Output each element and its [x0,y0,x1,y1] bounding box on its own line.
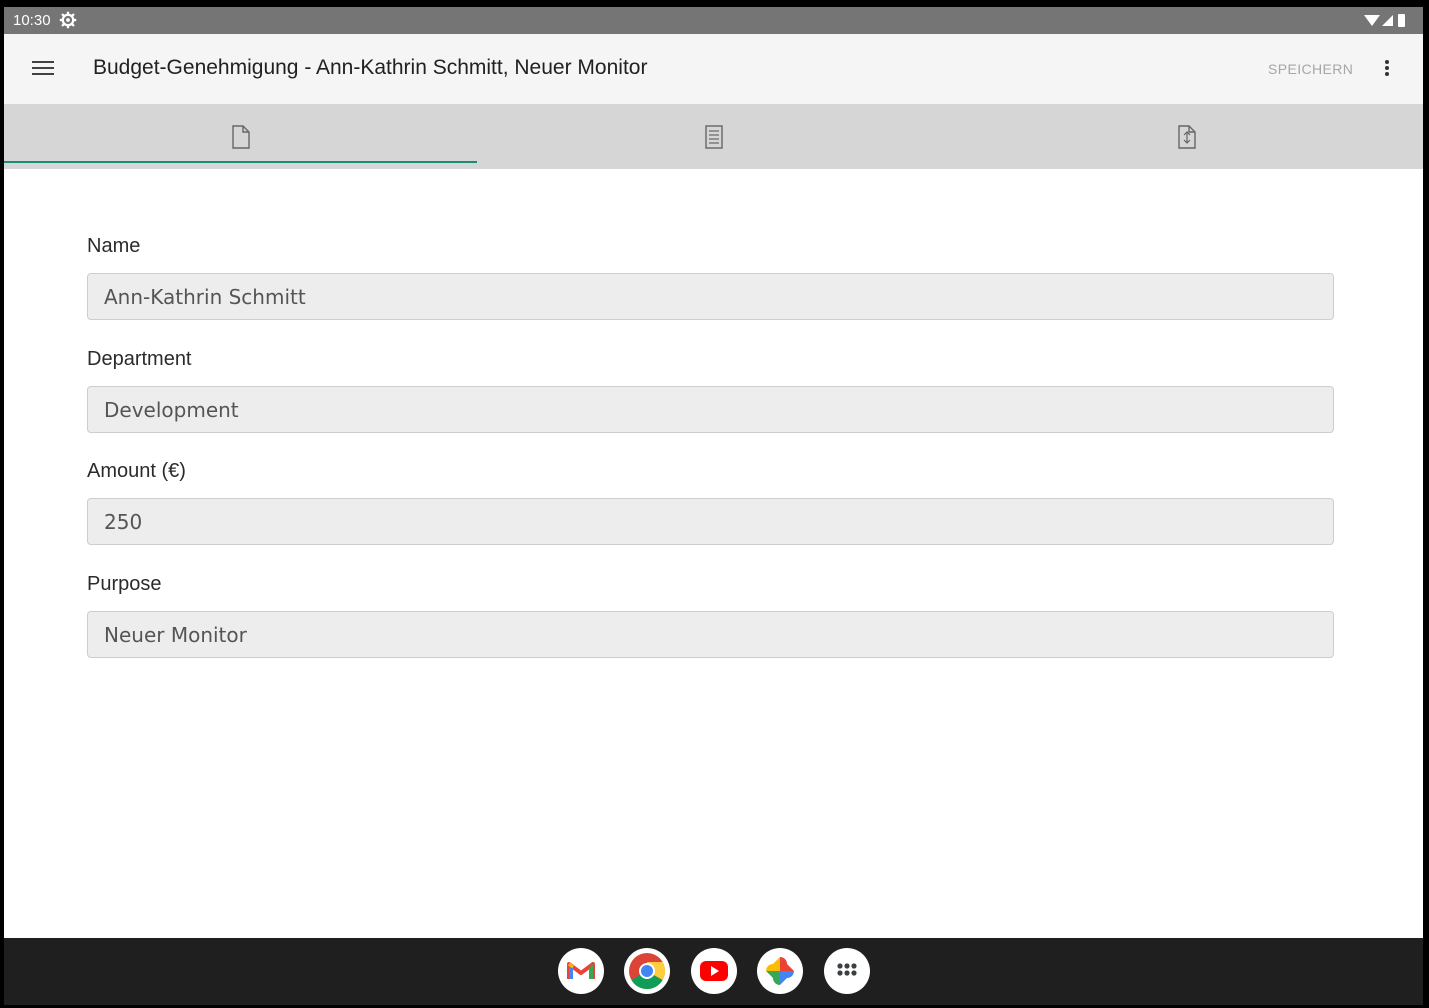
tab-checklist[interactable] [477,104,950,169]
tab-document[interactable] [4,104,477,169]
department-field[interactable]: Development [87,386,1334,433]
amount-label: Amount (€) [87,460,186,482]
signal-icon [1382,15,1393,26]
system-status-icons [1364,14,1405,27]
document-sign-icon [1177,125,1196,149]
taskbar-dock [4,938,1423,1005]
wifi-icon [1364,15,1380,26]
hamburger-menu-icon[interactable] [30,57,56,81]
tab-signature[interactable] [950,104,1423,169]
youtube-icon[interactable] [691,948,737,994]
settings-gear-icon [59,11,77,29]
tab-bar [4,104,1423,169]
purpose-label: Purpose [87,573,162,595]
battery-icon [1398,14,1405,27]
active-tab-indicator [4,161,477,163]
document-icon [231,125,250,149]
screen: 10:30 Budget-Genehmigung - Ann-Kathrin S… [4,7,1423,1005]
app-drawer-icon[interactable] [824,948,870,994]
department-label: Department [87,348,192,370]
more-options-icon[interactable] [1379,58,1395,80]
page-title: Budget-Genehmigung - Ann-Kathrin Schmitt… [93,56,648,79]
status-time: 10:30 [13,12,51,29]
status-bar: 10:30 [4,7,1423,34]
checklist-icon [704,125,723,149]
amount-field[interactable]: 250 [87,498,1334,545]
photos-icon[interactable] [757,948,803,994]
purpose-field[interactable]: Neuer Monitor [87,611,1334,658]
save-button[interactable]: SPEICHERN [1268,61,1353,77]
name-field[interactable]: Ann-Kathrin Schmitt [87,273,1334,320]
app-toolbar: Budget-Genehmigung - Ann-Kathrin Schmitt… [4,34,1423,104]
name-label: Name [87,235,141,257]
chrome-icon[interactable] [624,948,670,994]
gmail-icon[interactable] [558,948,604,994]
